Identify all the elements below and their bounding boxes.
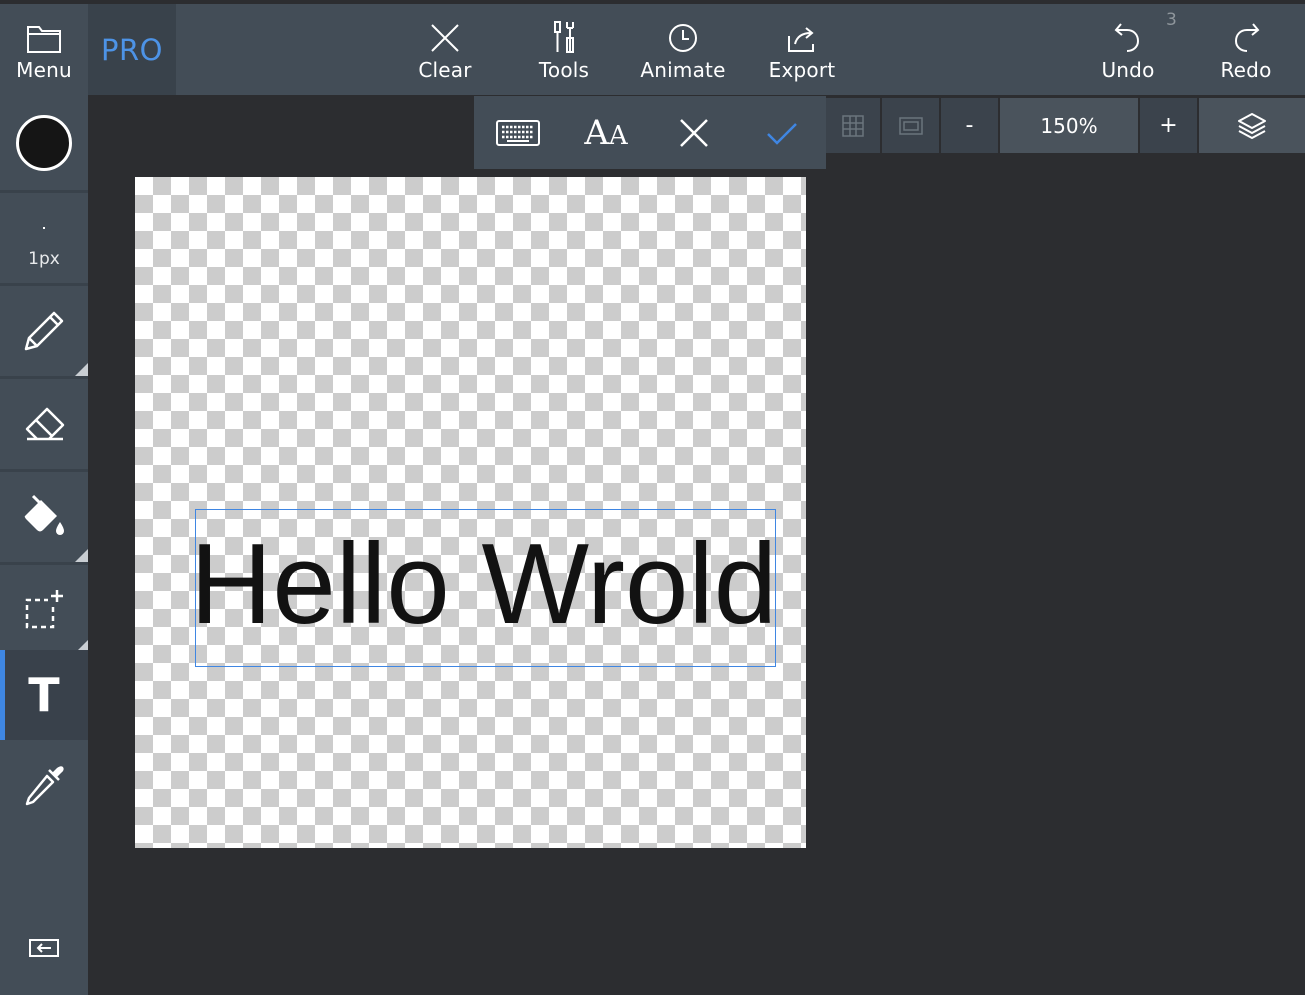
confirm-text-button[interactable] bbox=[738, 96, 826, 169]
undo-icon bbox=[1113, 4, 1143, 58]
brush-size-dot bbox=[43, 227, 45, 229]
submenu-indicator bbox=[75, 549, 88, 562]
zoom-out-button[interactable]: - bbox=[941, 98, 998, 153]
frame-toggle-button[interactable] bbox=[882, 98, 939, 153]
tools-button[interactable]: Tools bbox=[519, 4, 609, 95]
keyboard-icon bbox=[495, 119, 541, 147]
export-button[interactable]: Export bbox=[757, 4, 847, 95]
pencil-icon bbox=[19, 306, 69, 356]
keyboard-button[interactable] bbox=[474, 96, 562, 169]
animate-label: Animate bbox=[640, 58, 726, 82]
collapse-panel-button[interactable] bbox=[0, 933, 88, 963]
font-size-button[interactable]: AA bbox=[562, 96, 650, 169]
menu-button[interactable]: Menu bbox=[0, 4, 88, 95]
text-selection-box[interactable]: Hello Wrold bbox=[190, 509, 777, 667]
tool-sidebar: 1px T bbox=[0, 95, 88, 995]
font-size-icon: AA bbox=[584, 112, 628, 153]
color-picker-button[interactable] bbox=[0, 95, 88, 190]
clock-icon bbox=[667, 4, 699, 58]
selection-icon bbox=[19, 584, 69, 634]
selection-tool-button[interactable] bbox=[0, 565, 88, 653]
collapse-panel-icon bbox=[29, 939, 59, 957]
cancel-icon bbox=[678, 117, 710, 149]
tools-icon bbox=[552, 4, 576, 58]
redo-icon bbox=[1231, 4, 1261, 58]
paint-bucket-icon bbox=[19, 492, 69, 542]
menu-label: Menu bbox=[16, 58, 72, 82]
grid-toggle-button[interactable] bbox=[826, 98, 880, 153]
submenu-indicator bbox=[75, 363, 88, 376]
undo-button[interactable]: Undo bbox=[1083, 4, 1173, 95]
zoom-in-button[interactable]: + bbox=[1140, 98, 1197, 153]
redo-button[interactable]: Redo bbox=[1201, 4, 1291, 95]
folder-icon bbox=[26, 4, 62, 58]
brush-size-label: 1px bbox=[28, 249, 60, 269]
layers-button[interactable] bbox=[1199, 98, 1305, 153]
cancel-text-button[interactable] bbox=[650, 96, 738, 169]
eraser-tool-button[interactable] bbox=[0, 379, 88, 469]
clear-label: Clear bbox=[418, 58, 472, 82]
undo-count-badge: 3 bbox=[1166, 10, 1177, 30]
text-edit-toolbar: AA bbox=[474, 96, 826, 169]
confirm-icon bbox=[765, 120, 799, 146]
export-label: Export bbox=[768, 58, 836, 82]
text-icon: T bbox=[28, 668, 60, 722]
undo-label: Undo bbox=[1101, 58, 1155, 82]
eraser-icon bbox=[19, 399, 69, 449]
drawing-canvas[interactable]: Hello Wrold bbox=[135, 177, 806, 848]
grid-icon bbox=[826, 98, 880, 153]
text-tool-button[interactable]: T bbox=[0, 650, 88, 740]
brush-size-button[interactable]: 1px bbox=[0, 193, 88, 283]
frame-icon bbox=[882, 98, 939, 153]
animate-button[interactable]: Animate bbox=[633, 4, 733, 95]
top-toolbar: Menu PRO Clear Tools Animate Export Undo… bbox=[0, 0, 1305, 95]
current-color-swatch bbox=[16, 114, 72, 171]
pro-button[interactable]: PRO bbox=[88, 4, 176, 95]
eyedropper-icon bbox=[19, 760, 69, 810]
redo-label: Redo bbox=[1220, 58, 1272, 82]
tools-label: Tools bbox=[538, 58, 590, 82]
share-icon bbox=[785, 4, 819, 58]
fill-tool-button[interactable] bbox=[0, 472, 88, 562]
layers-icon bbox=[1237, 112, 1267, 140]
zoom-level[interactable]: 150% bbox=[1000, 98, 1138, 153]
eyedropper-tool-button[interactable] bbox=[0, 740, 88, 830]
clear-button[interactable]: Clear bbox=[400, 4, 490, 95]
canvas-text: Hello Wrold bbox=[190, 521, 778, 648]
close-icon bbox=[429, 4, 461, 58]
pencil-tool-button[interactable] bbox=[0, 286, 88, 376]
